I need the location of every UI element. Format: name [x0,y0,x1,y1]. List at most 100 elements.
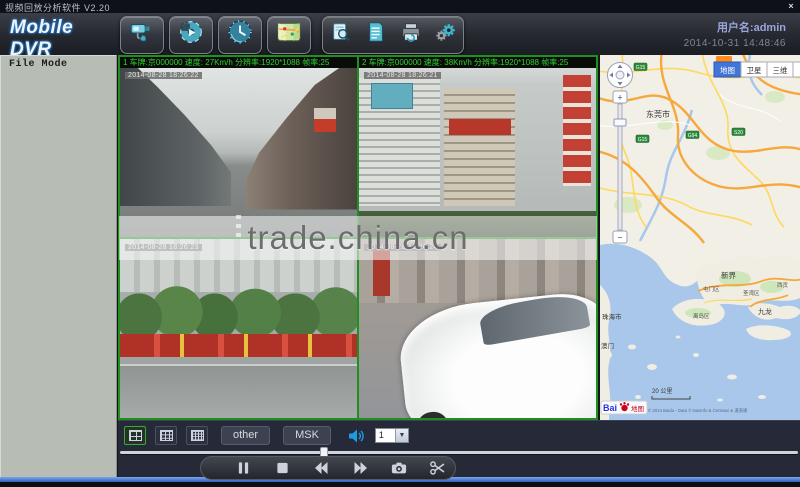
file-mode-label: File Mode [9,59,68,70]
scene-shape [395,288,596,419]
file-tools-group [322,15,464,54]
scale-label: 20 公里 [652,388,672,395]
grid-3x3-icon [159,430,173,441]
search-file-button[interactable] [330,21,352,48]
road-shield: G15 [633,62,648,71]
svg-text:G15: G15 [636,65,646,71]
video-channel-3[interactable]: 2014-08-28 18:26:23 [119,237,358,419]
zoom-in-button[interactable]: + [617,93,622,103]
scene-shape [120,68,232,207]
video-channel-1[interactable]: 1 车牌:京000000 速度: 27Km/h 分辨率:1920*1088 帧率… [119,56,358,238]
video-disc-icon [178,19,204,50]
cctv-camera-icon [129,19,155,50]
district-label-islands: 离岛区 [693,312,710,320]
layout-control-row: other MSK 1 ▼ [124,426,409,445]
video-frame [120,68,357,237]
scene-shape [120,364,357,418]
video-playback-button[interactable] [169,15,213,54]
other-layout-button[interactable]: other [221,426,271,445]
speaker-icon[interactable] [348,429,366,443]
header-bar: Mobile DVR GPS [0,13,800,70]
svg-text:G15: G15 [638,137,648,143]
msk-button[interactable]: MSK [283,426,331,445]
rewind-button[interactable] [313,460,329,476]
file-list-button[interactable] [365,21,387,48]
scene-shape [444,88,516,207]
video-frame [120,238,357,418]
scene-shape [245,68,357,210]
map-icon [276,19,302,50]
title-bar: 视频回放分析软件 V2.20 [0,0,800,13]
map-view-button[interactable] [267,15,311,54]
clip-cut-button[interactable] [430,460,446,476]
main-toolbar [120,15,464,54]
map-type-3d-label: 三维 [773,65,788,75]
road-shield: G15 [635,134,650,143]
grid-4x4-icon [190,430,204,441]
layout-3x3-button[interactable] [155,426,177,445]
video-timestamp: 2014-08-28 18:26:21 [364,72,441,79]
layout-4x4-button[interactable] [186,426,208,445]
video-frame [359,238,596,419]
sidebar-panel: File Mode [0,55,118,477]
map-type-map-label: 地图 [720,65,735,75]
camera-view-button[interactable] [120,15,164,54]
current-datetime: 2014-10-31 14:48:46 [683,38,786,49]
clock-icon [227,19,253,50]
stop-button[interactable] [274,460,290,476]
video-wall: 1 车牌:京000000 速度: 27Km/h 分辨率:1920*1088 帧率… [118,55,598,420]
audio-channel-select[interactable]: 1 ▼ [374,428,409,443]
channel-info-bar: 1 车牌:京000000 速度: 27Km/h 分辨率:1920*1088 帧率… [120,57,357,68]
scene-shape [370,83,414,109]
road-shield: S20 [731,127,746,136]
baidu-map-canvas[interactable]: G15 G15 G94 S20 东莞市 珠海市 澳门 新界 九龙 屯门区 荃湾区… [600,55,800,420]
video-timestamp: 2014-08-28 18:26:22 [125,72,202,79]
channel-info-bar: 2 车牌:京000000 速度: 38Km/h 分辨率:1920*1088 帧率… [359,57,596,68]
close-button[interactable]: × [785,1,797,11]
channel-info-text: 1 车牌:京000000 速度: 27Km/h 分辨率:1920*1088 帧率… [123,58,330,67]
district-label-tsuen-wan: 荃湾区 [743,289,760,297]
map-type-satellite-label: 卫星 [747,66,762,75]
map-pan-control[interactable] [607,62,633,88]
playback-control-panel: other MSK 1 ▼ [118,420,800,480]
city-label-zhuhai: 珠海市 [602,312,622,321]
fast-forward-button[interactable] [352,460,368,476]
video-frame [359,68,596,237]
user-name: 用户名:admin [716,22,786,34]
zoom-thumb[interactable] [613,118,627,127]
layout-2x2-button[interactable] [124,426,146,445]
scene-shape [120,333,357,357]
export-save-button[interactable] [400,21,422,48]
scene-shape [416,409,449,419]
channel-info-text: 2 车牌:京000000 速度: 38Km/h 分辨率:1920*1088 帧率… [362,58,569,67]
video-channel-4[interactable]: 2014-08-28 18:26:24 [358,237,597,419]
video-channel-2[interactable]: 2 车牌:京000000 速度: 38Km/h 分辨率:1920*1088 帧率… [358,56,597,238]
grid-2x2-icon [128,430,142,441]
snapshot-button[interactable] [391,460,407,476]
map-panel[interactable]: G15 G15 G94 S20 东莞市 珠海市 澳门 新界 九龙 屯门区 荃湾区… [598,55,800,420]
seek-track[interactable] [120,451,798,454]
pause-button[interactable] [235,460,251,476]
mobile-dvr-app: 视频回放分析软件 V2.20 × – Mobile DVR GPS [0,0,800,487]
city-label-kowloon: 九龙 [758,307,772,316]
baidu-logo: Bai 地图 [600,400,648,415]
city-label-dongguan: 东莞市 [646,109,670,119]
user-info: 用户名:admin 2014-10-31 14:48:46 [684,19,786,49]
svg-text:S20: S20 [734,130,743,136]
city-label-macau: 澳门 [601,341,614,350]
playback-bar [200,456,456,480]
svg-text:G94: G94 [688,133,698,139]
map-type-more-button[interactable] [792,61,800,78]
zoom-out-button[interactable]: − [617,233,622,243]
dropdown-arrow-icon[interactable]: ▼ [394,429,408,442]
road-shield: G94 [685,130,700,139]
settings-gear-button[interactable] [435,21,457,48]
scene-shape [314,118,336,133]
baidu-logo-suffix: 地图 [631,404,644,413]
map-attribution: © 2014 Baidu - Data © NavInfo & CenNavi … [648,407,748,414]
baidu-logo-text: Bai [603,403,617,413]
time-search-button[interactable] [218,15,262,54]
scene-shape [449,118,511,136]
scene-shape [562,74,592,186]
district-label-sai-kung: 西贡 [777,282,789,289]
